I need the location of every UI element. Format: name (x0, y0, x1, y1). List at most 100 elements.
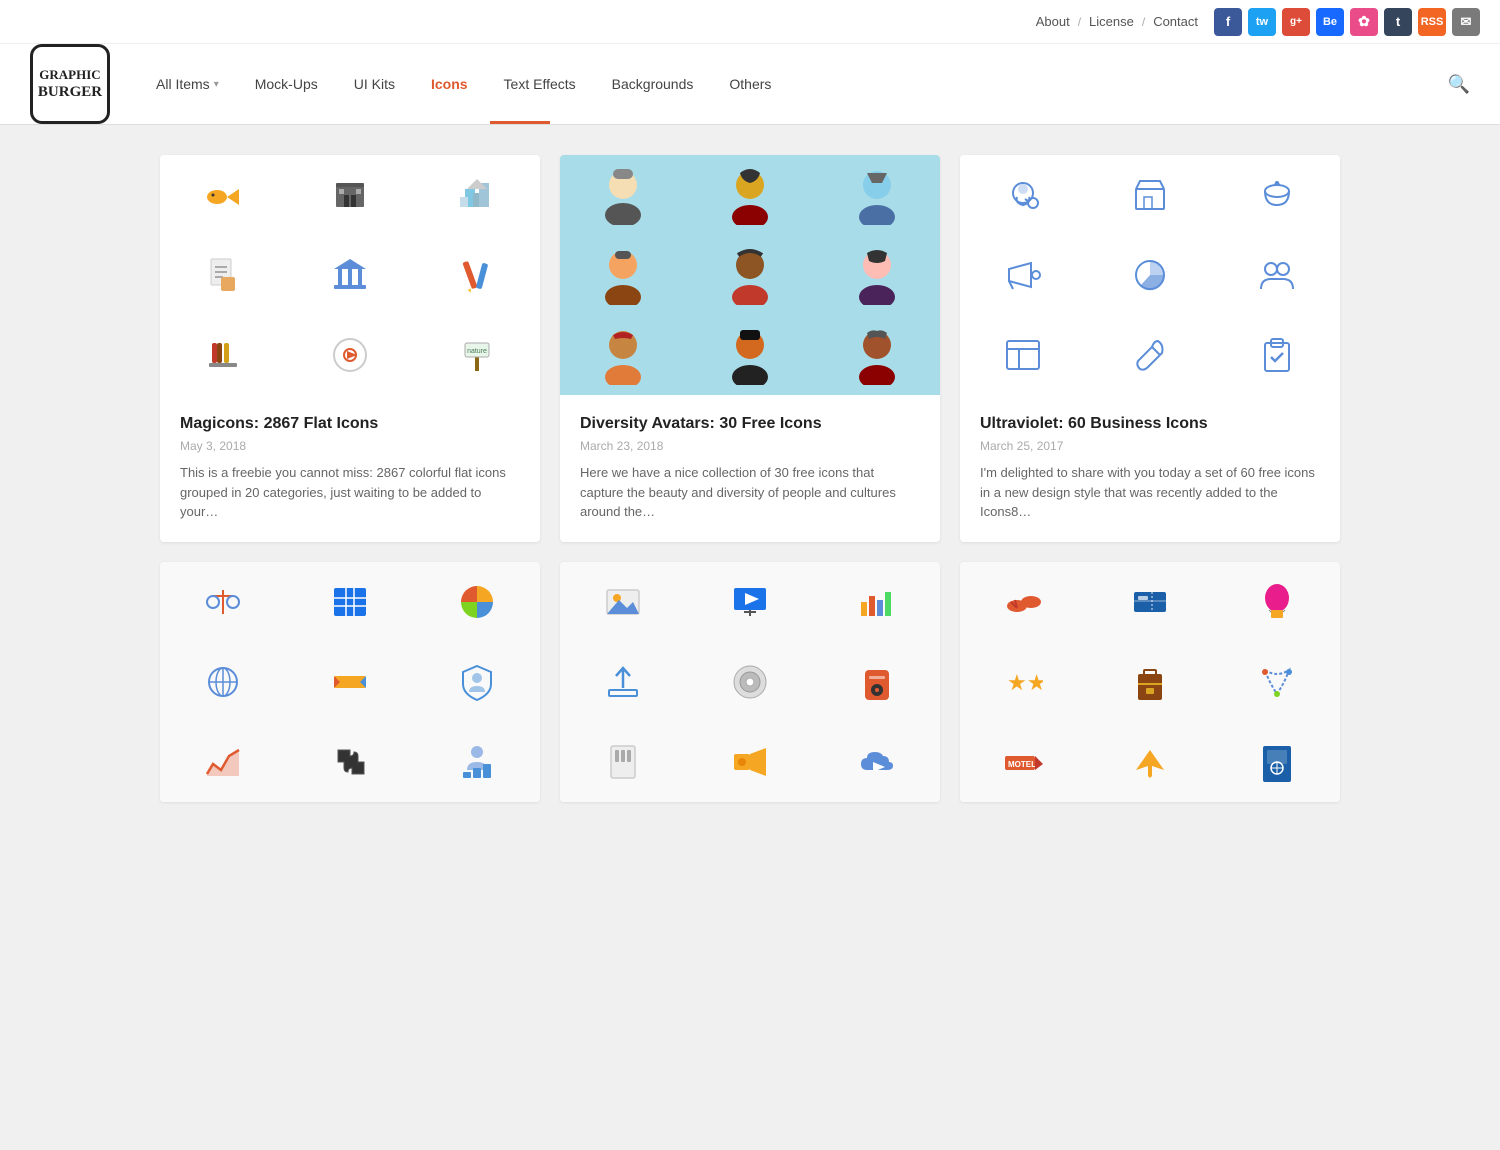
icon-wrench (1087, 315, 1214, 395)
avatar-8 (687, 315, 814, 395)
icon-support (960, 155, 1087, 235)
contact-link[interactable]: Contact (1153, 14, 1198, 29)
icon-play (287, 315, 414, 395)
card-magicons-desc: This is a freebie you cannot miss: 2867 … (180, 463, 520, 522)
icon-speaker (687, 722, 814, 802)
avatar-5 (687, 235, 814, 315)
search-icon[interactable]: 🔍 (1448, 74, 1470, 95)
icon-hot-air-balloon (1213, 562, 1340, 642)
card-ultraviolet-date: March 25, 2017 (980, 439, 1320, 453)
icon-map-route (1213, 642, 1340, 722)
nav-mock-ups[interactable]: Mock-Ups (239, 68, 334, 100)
card-ultraviolet-title[interactable]: Ultraviolet: 60 Business Icons (980, 415, 1320, 433)
avatar-6 (813, 235, 940, 315)
card-ultraviolet-desc: I'm delighted to share with you today a … (980, 463, 1320, 522)
card-magicons[interactable]: nature Magicons: 2867 Flat Icons May 3, … (160, 155, 540, 542)
card-ultraviolet-image (960, 155, 1340, 395)
card-diversity-title[interactable]: Diversity Avatars: 30 Free Icons (580, 415, 920, 433)
top-bar: About / License / Contact f tw g+ Be ✿ t… (0, 0, 1500, 44)
icon-comparison (287, 642, 414, 722)
rss-icon[interactable]: RSS (1418, 8, 1446, 36)
behance-icon[interactable]: Be (1316, 8, 1344, 36)
icon-city (413, 155, 540, 235)
icon-airplane (1087, 722, 1214, 802)
icon-pencils (413, 235, 540, 315)
icon-boarding-pass (1087, 562, 1214, 642)
icon-team (1213, 235, 1340, 315)
social-icons: f tw g+ Be ✿ t RSS ✉ (1214, 8, 1480, 36)
icon-motel-sign: MOTEL 66 (960, 722, 1087, 802)
icon-data-table (287, 562, 414, 642)
avatar-4 (560, 235, 687, 315)
icon-image (560, 562, 687, 642)
icon-fish (160, 155, 287, 235)
icon-pie-colorful (413, 562, 540, 642)
header-wrapper: GRAPHIC BURGER All Items ▾ Mock-Ups UI K… (0, 44, 1500, 125)
twitter-icon[interactable]: tw (1248, 8, 1276, 36)
icon-layout (960, 315, 1087, 395)
card-travel-image: ★★★ MOTEL 66 (960, 562, 1340, 802)
card-magicons-title[interactable]: Magicons: 2867 Flat Icons (180, 415, 520, 433)
avatar-2 (687, 155, 814, 235)
logo-line2: BURGER (38, 83, 102, 101)
header: GRAPHIC BURGER All Items ▾ Mock-Ups UI K… (0, 44, 1500, 124)
card-diversity[interactable]: Diversity Avatars: 30 Free Icons March 2… (560, 155, 940, 542)
nav-backgrounds[interactable]: Backgrounds (596, 68, 710, 100)
tumblr-icon[interactable]: t (1384, 8, 1412, 36)
avatar-1 (560, 155, 687, 235)
logo[interactable]: GRAPHIC BURGER (30, 44, 110, 124)
card-ultraviolet-body: Ultraviolet: 60 Business Icons March 25,… (960, 395, 1340, 542)
avatar-7 (560, 315, 687, 395)
card-media[interactable] (560, 562, 940, 802)
card-travel[interactable]: ★★★ MOTEL 66 (960, 562, 1340, 802)
card-infographic-image (160, 562, 540, 802)
card-ultraviolet[interactable]: Ultraviolet: 60 Business Icons March 25,… (960, 155, 1340, 542)
card-infographic[interactable] (160, 562, 540, 802)
icon-bank (287, 235, 414, 315)
avatar-9 (813, 315, 940, 395)
svg-text:★★★: ★★★ (1007, 670, 1043, 695)
googleplus-icon[interactable]: g+ (1282, 8, 1310, 36)
nav-text-effects[interactable]: Text Effects (488, 68, 592, 100)
icon-shield-person (413, 642, 540, 722)
bottom-cards-grid: ★★★ MOTEL 66 (160, 562, 1340, 802)
card-diversity-date: March 23, 2018 (580, 439, 920, 453)
icon-store (1087, 155, 1214, 235)
card-diversity-image (560, 155, 940, 395)
logo-line1: GRAPHIC (39, 67, 100, 83)
icon-flip-flops (960, 562, 1087, 642)
active-nav-underline (490, 121, 550, 124)
dropdown-arrow: ▾ (214, 79, 219, 90)
card-diversity-desc: Here we have a nice collection of 30 fre… (580, 463, 920, 522)
icon-stars: ★★★ (960, 642, 1087, 722)
icon-music-player (813, 642, 940, 722)
svg-text:nature: nature (467, 348, 487, 355)
icon-monitor-play (687, 562, 814, 642)
nav-others[interactable]: Others (713, 68, 787, 100)
icon-memory-card (560, 722, 687, 802)
icon-passport (1213, 722, 1340, 802)
license-link[interactable]: License (1089, 14, 1134, 29)
icon-scales (160, 562, 287, 642)
icon-puzzle (287, 722, 414, 802)
nav-all-items[interactable]: All Items ▾ (140, 68, 235, 100)
icon-pens (160, 315, 287, 395)
nav-icons[interactable]: Icons (415, 68, 484, 100)
email-icon[interactable]: ✉ (1452, 8, 1480, 36)
icon-luggage (1087, 642, 1214, 722)
facebook-icon[interactable]: f (1214, 8, 1242, 36)
card-media-image (560, 562, 940, 802)
about-link[interactable]: About (1036, 14, 1070, 29)
icon-cloud-play (813, 722, 940, 802)
icon-nature-sign: nature (413, 315, 540, 395)
card-magicons-body: Magicons: 2867 Flat Icons May 3, 2018 Th… (160, 395, 540, 542)
icon-document (160, 235, 287, 315)
top-bar-links: About / License / Contact (1036, 14, 1198, 29)
icon-area-chart (160, 722, 287, 802)
icon-cupcake (1213, 155, 1340, 235)
dribbble-icon[interactable]: ✿ (1350, 8, 1378, 36)
nav-ui-kits[interactable]: UI Kits (338, 68, 411, 100)
icon-person-chart (413, 722, 540, 802)
main-content: nature Magicons: 2867 Flat Icons May 3, … (130, 125, 1370, 832)
icon-megaphone (960, 235, 1087, 315)
